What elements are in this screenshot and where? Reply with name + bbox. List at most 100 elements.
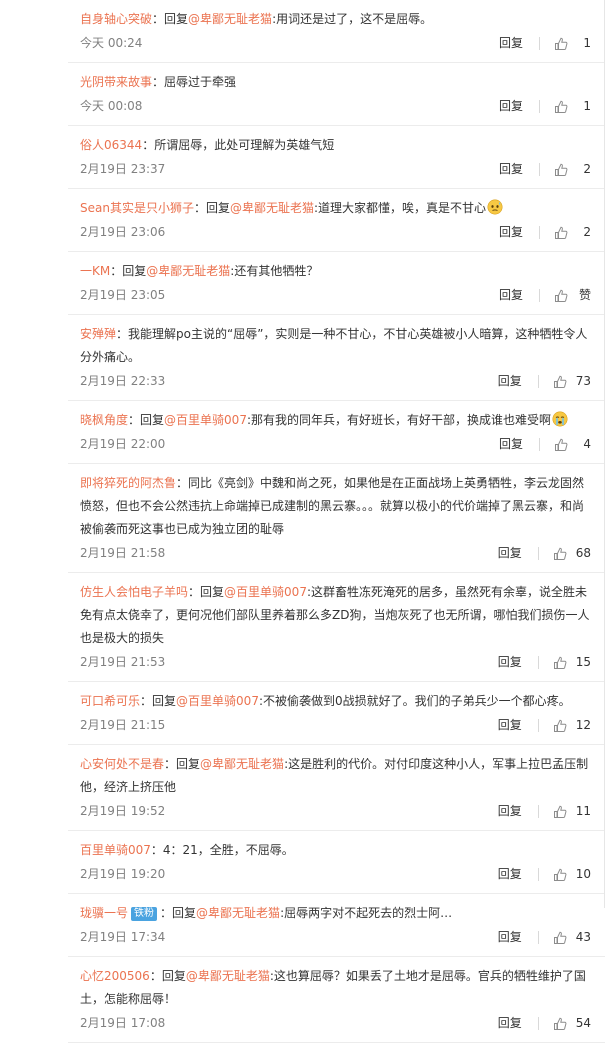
comment-text: 珑骥一号 铁粉 ：回复@卑鄙无耻老猫:屈辱两字对不起死去的烈士阿… xyxy=(80,906,453,921)
comment-username[interactable]: Sean其实是只小狮子 xyxy=(80,201,194,215)
comment-item: 一KM：回复@卑鄙无耻老猫:还有其他牺牲？ 2月19日 23:05 回复 赞 xyxy=(68,252,605,315)
thumbs-up-icon[interactable] xyxy=(553,930,567,944)
comment-time: 2月19日 22:33 xyxy=(80,374,166,388)
comment-meta: 2月19日 19:52 回复 11 xyxy=(80,800,591,822)
reply-button[interactable]: 回复 xyxy=(498,926,522,948)
comment-actions: 回复 54 xyxy=(498,1012,591,1034)
thumbs-up-icon[interactable] xyxy=(553,804,567,818)
like-count[interactable]: 2 xyxy=(577,221,591,243)
reply-button[interactable]: 回复 xyxy=(498,370,522,392)
comment-username[interactable]: 即将猝死的阿杰鲁 xyxy=(80,476,176,490)
comment-meta: 今天 00:08 回复 1 xyxy=(80,95,591,117)
left-gutter xyxy=(0,0,68,908)
action-divider xyxy=(537,655,539,669)
reply-button[interactable]: 回复 xyxy=(499,95,523,117)
comment-username[interactable]: 晓枫角度 xyxy=(80,413,128,427)
comment-item: 可口希可乐：回复@百里单骑007:不被偷袭做到0战损就好了。我们的子弟兵少一个都… xyxy=(68,682,605,745)
comment-mention[interactable]: @卑鄙无耻老猫 xyxy=(186,969,270,983)
action-divider xyxy=(539,162,540,176)
comment-actions: 回复 15 xyxy=(498,651,591,673)
thumbs-up-icon[interactable] xyxy=(554,437,568,451)
like-count[interactable]: 68 xyxy=(576,542,591,564)
thumbs-up-icon[interactable] xyxy=(554,36,568,50)
thumbs-up-icon[interactable] xyxy=(553,546,567,560)
like-count[interactable]: 73 xyxy=(576,370,591,392)
comment-username[interactable]: 可口希可乐 xyxy=(80,694,140,708)
comment-mention[interactable]: @百里单骑007 xyxy=(224,585,307,599)
comment-mention[interactable]: @卑鄙无耻老猫 xyxy=(200,757,284,771)
comment-username[interactable]: 珑骥一号 xyxy=(80,906,128,920)
action-divider xyxy=(537,546,539,560)
reply-button[interactable]: 回复 xyxy=(499,284,523,306)
like-count[interactable]: 11 xyxy=(576,800,591,822)
comment-item: 安殚殚：我能理解po主说的“屈辱”，实则是一种不甘心，不甘心英雄被小人暗算，这种… xyxy=(68,315,605,401)
comment-mention[interactable]: @百里单骑007 xyxy=(164,413,247,427)
comment-username[interactable]: 自身轴心突破 xyxy=(80,12,152,26)
comment-time: 2月19日 22:00 xyxy=(80,437,166,451)
comment-item: 珑骥一号 铁粉 ：回复@卑鄙无耻老猫:屈辱两字对不起死去的烈士阿… 2月19日 17… xyxy=(68,894,605,957)
comment-body: :还有其他牺牲？ xyxy=(230,264,319,278)
like-count[interactable]: 15 xyxy=(576,651,591,673)
reply-button[interactable]: 回复 xyxy=(499,32,523,54)
comment-item: 百里单骑007：4：21，全胜，不屈辱。 2月19日 19:20 回复 10 xyxy=(68,831,605,894)
comment-item: 心忆200506：回复@卑鄙无耻老猫:这也算屈辱？如果丢了土地才是屈辱。官兵的牺… xyxy=(68,957,605,1043)
comment-actions: 回复 68 xyxy=(498,542,591,564)
like-count[interactable]: 4 xyxy=(577,433,591,455)
comment-meta: 2月19日 23:05 回复 赞 xyxy=(80,284,591,306)
like-count[interactable]: 2 xyxy=(577,158,591,180)
thumbs-up-icon[interactable] xyxy=(553,718,567,732)
reply-button[interactable]: 回复 xyxy=(498,542,522,564)
reply-button[interactable]: 回复 xyxy=(498,1012,522,1034)
like-count[interactable]: 赞 xyxy=(577,284,591,306)
thumbs-up-icon[interactable] xyxy=(554,162,568,176)
reply-button[interactable]: 回复 xyxy=(498,863,522,885)
comment-mention[interactable]: @百里单骑007 xyxy=(176,694,259,708)
thumbs-up-icon[interactable] xyxy=(553,374,567,388)
reply-button[interactable]: 回复 xyxy=(499,433,523,455)
like-count[interactable]: 43 xyxy=(576,926,591,948)
like-count[interactable]: 12 xyxy=(576,714,591,736)
reply-button[interactable]: 回复 xyxy=(499,221,523,243)
thumbs-up-icon[interactable] xyxy=(553,867,567,881)
comment-body: :这也算屈辱？如果丢了土地才是屈辱。官兵的牺牲维护了国土，怎能称屈辱！ xyxy=(80,969,586,1006)
comment-username[interactable]: 俗人06344 xyxy=(80,138,142,152)
thumbs-up-icon[interactable] xyxy=(554,288,568,302)
comment-username[interactable]: 心安何处不是春 xyxy=(80,757,164,771)
reply-button[interactable]: 回复 xyxy=(499,158,523,180)
comment-time: 2月19日 23:06 xyxy=(80,225,166,239)
reply-button[interactable]: 回复 xyxy=(498,800,522,822)
comment-time: 2月19日 17:08 xyxy=(80,1016,166,1030)
comment-username[interactable]: 心忆200506 xyxy=(80,969,150,983)
comment-mention[interactable]: @卑鄙无耻老猫 xyxy=(196,906,280,920)
like-count[interactable]: 10 xyxy=(576,863,591,885)
comment-mention[interactable]: @卑鄙无耻老猫 xyxy=(188,12,272,26)
like-count[interactable]: 54 xyxy=(576,1012,591,1034)
comment-body: :道理大家都懂，唉，真是不甘心 xyxy=(314,201,487,215)
comment-body: :那有我的同年兵，有好班长，有好干部，换成谁也难受啊 xyxy=(246,413,551,427)
comment-actions: 回复 2 xyxy=(499,158,591,180)
like-count[interactable]: 1 xyxy=(577,32,591,54)
comment-item: 仿生人会怕电子羊吗：回复@百里单骑007:这群畜牲冻死淹死的居多，虽然死有余辜，… xyxy=(68,573,605,682)
comment-username[interactable]: 百里单骑007 xyxy=(80,843,151,857)
comment-username[interactable]: 光阴带来故事 xyxy=(80,75,152,89)
thumbs-up-icon[interactable] xyxy=(553,655,567,669)
reply-prefix-text: 回复 xyxy=(172,906,197,920)
action-divider xyxy=(539,437,540,451)
comment-page: 自身轴心突破：回复@卑鄙无耻老猫:用词还是过了，这不是屈辱。 今天 00:24 … xyxy=(0,0,605,1043)
comment-meta: 2月19日 21:58 回复 68 xyxy=(80,542,591,564)
reply-button[interactable]: 回复 xyxy=(498,714,522,736)
comment-text: 自身轴心突破：回复@卑鄙无耻老猫:用词还是过了，这不是屈辱。 xyxy=(80,12,433,26)
reply-button[interactable]: 回复 xyxy=(498,651,522,673)
thumbs-up-icon[interactable] xyxy=(553,1016,567,1030)
comment-mention[interactable]: @卑鄙无耻老猫 xyxy=(230,201,314,215)
comment-body: ：4：21，全胜，不屈辱。 xyxy=(150,843,294,857)
comment-text: 百里单骑007：4：21，全胜，不屈辱。 xyxy=(80,839,591,862)
comment-username[interactable]: 一KM xyxy=(80,264,110,278)
comment-text: 即将猝死的阿杰鲁：同比《亮剑》中魏和尚之死，如果他是在正面战场上英勇牺牲，李云龙… xyxy=(80,472,591,541)
thumbs-up-icon[interactable] xyxy=(554,99,568,113)
comment-username[interactable]: 仿生人会怕电子羊吗 xyxy=(80,585,188,599)
comment-username[interactable]: 安殚殚 xyxy=(80,327,116,341)
like-count[interactable]: 1 xyxy=(577,95,591,117)
comment-mention[interactable]: @卑鄙无耻老猫 xyxy=(146,264,230,278)
thumbs-up-icon[interactable] xyxy=(554,225,568,239)
